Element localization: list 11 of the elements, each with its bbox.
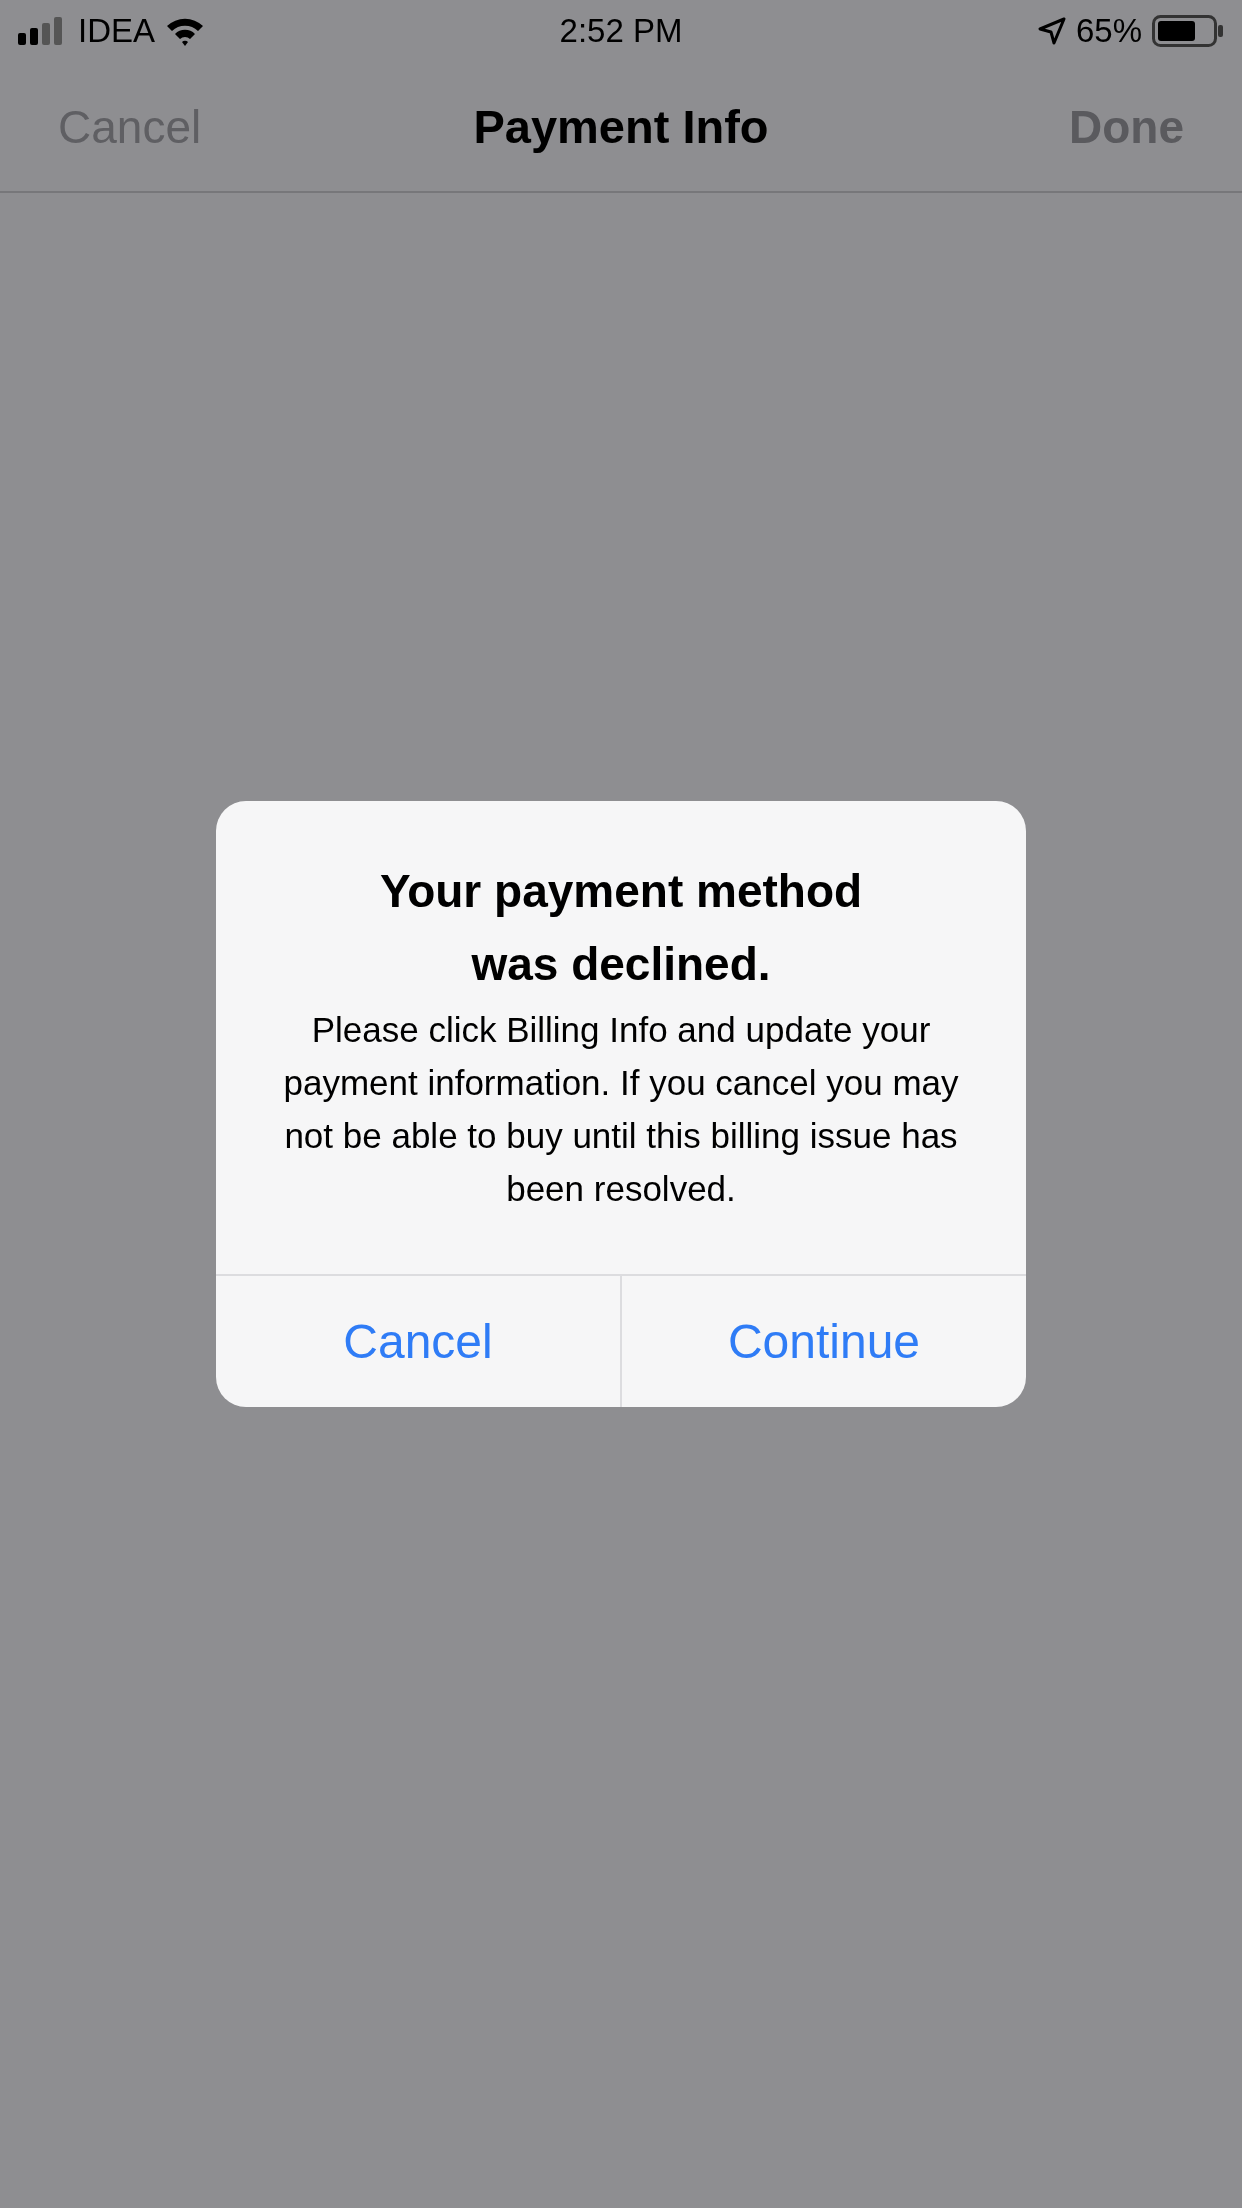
alert-message: Please click Billing Info and update your payment information. If you cancel you may not be able to buy until this billing issue has been resolved. — [282, 1009, 960, 1210]
alert-button[interactable]: Continue — [620, 1276, 1026, 1407]
alert-title: Your payment method was declined. — [378, 864, 864, 992]
location-arrow-icon — [1037, 17, 1066, 45]
battery-percent: 65% — [1075, 12, 1142, 50]
alert-button[interactable]: Cancel — [216, 1276, 620, 1407]
status-time: 2:52 PM — [559, 12, 683, 50]
carrier-name: IDEA — [78, 12, 156, 50]
wifi-icon — [165, 16, 206, 46]
battery-icon — [1152, 15, 1224, 47]
nav-title: Payment Info — [473, 99, 769, 154]
